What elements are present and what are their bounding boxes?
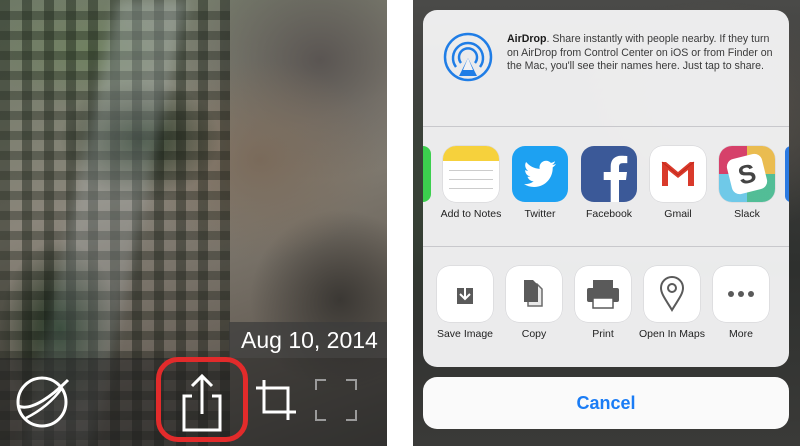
share-app-facebook[interactable]: Facebook: [576, 146, 642, 221]
map-pin-icon: [644, 266, 700, 322]
copy-icon: [506, 266, 562, 322]
app-label: Gmail: [664, 208, 692, 220]
more-apps-peek[interactable]: [785, 146, 789, 202]
action-label: Copy: [521, 328, 547, 340]
action-label: Print: [592, 328, 614, 340]
expand-button[interactable]: [314, 378, 358, 422]
action-label: Open In Maps: [639, 328, 705, 340]
share-app-slack[interactable]: S Slack: [714, 146, 780, 221]
expand-icon: [315, 379, 357, 421]
gmail-icon: [650, 146, 706, 202]
facebook-icon: [581, 146, 637, 202]
slack-icon: S: [719, 146, 775, 202]
airdrop-section[interactable]: AirDrop. Share instantly with people nea…: [423, 10, 789, 126]
app-label: Slack: [734, 208, 760, 220]
action-label: More: [729, 328, 753, 340]
globe-button[interactable]: [12, 372, 72, 432]
satellite-image-view[interactable]: Aug 10, 2014: [0, 0, 387, 446]
divider: [423, 246, 789, 247]
action-label: Save Image: [436, 328, 494, 340]
share-icon: [182, 373, 222, 432]
app-label: Facebook: [585, 208, 633, 220]
share-app-twitter[interactable]: Twitter: [507, 146, 573, 221]
action-copy[interactable]: Copy: [499, 266, 569, 341]
notes-icon: [443, 146, 499, 202]
action-open-in-maps[interactable]: Open In Maps: [637, 266, 707, 341]
globe-icon: [16, 376, 70, 428]
action-save-image[interactable]: Save Image: [430, 266, 500, 341]
action-print[interactable]: Print: [568, 266, 638, 341]
action-more[interactable]: More: [706, 266, 776, 341]
share-app-gmail[interactable]: Gmail: [645, 146, 711, 221]
more-icon: [713, 266, 769, 322]
airdrop-icon: [443, 32, 493, 82]
date-label: Aug 10, 2014: [229, 322, 387, 358]
twitter-icon: [512, 146, 568, 202]
app-label: Twitter: [524, 208, 556, 220]
divider: [423, 126, 789, 127]
crop-icon: [256, 380, 296, 420]
cancel-button[interactable]: Cancel: [423, 377, 789, 429]
share-sheet: AirDrop. Share instantly with people nea…: [423, 10, 789, 367]
app-label: Add to Notes: [440, 208, 502, 220]
share-app-add-to-notes[interactable]: Add to Notes: [438, 146, 504, 221]
share-button[interactable]: [168, 370, 236, 436]
share-apps-row[interactable]: Add to Notes Twitter Facebook Gmail S Sl…: [423, 136, 789, 246]
messages-icon-peek[interactable]: [423, 146, 431, 202]
share-actions-row[interactable]: Save Image Copy Print Open In Maps More: [423, 256, 789, 366]
save-image-icon: [437, 266, 493, 322]
share-sheet-screen: AirDrop. Share instantly with people nea…: [413, 0, 800, 446]
airdrop-title: AirDrop: [507, 33, 547, 45]
airdrop-body: . Share instantly with people nearby. If…: [507, 33, 773, 72]
airdrop-description: AirDrop. Share instantly with people nea…: [507, 33, 777, 74]
print-icon: [575, 266, 631, 322]
crop-button[interactable]: [254, 378, 298, 422]
